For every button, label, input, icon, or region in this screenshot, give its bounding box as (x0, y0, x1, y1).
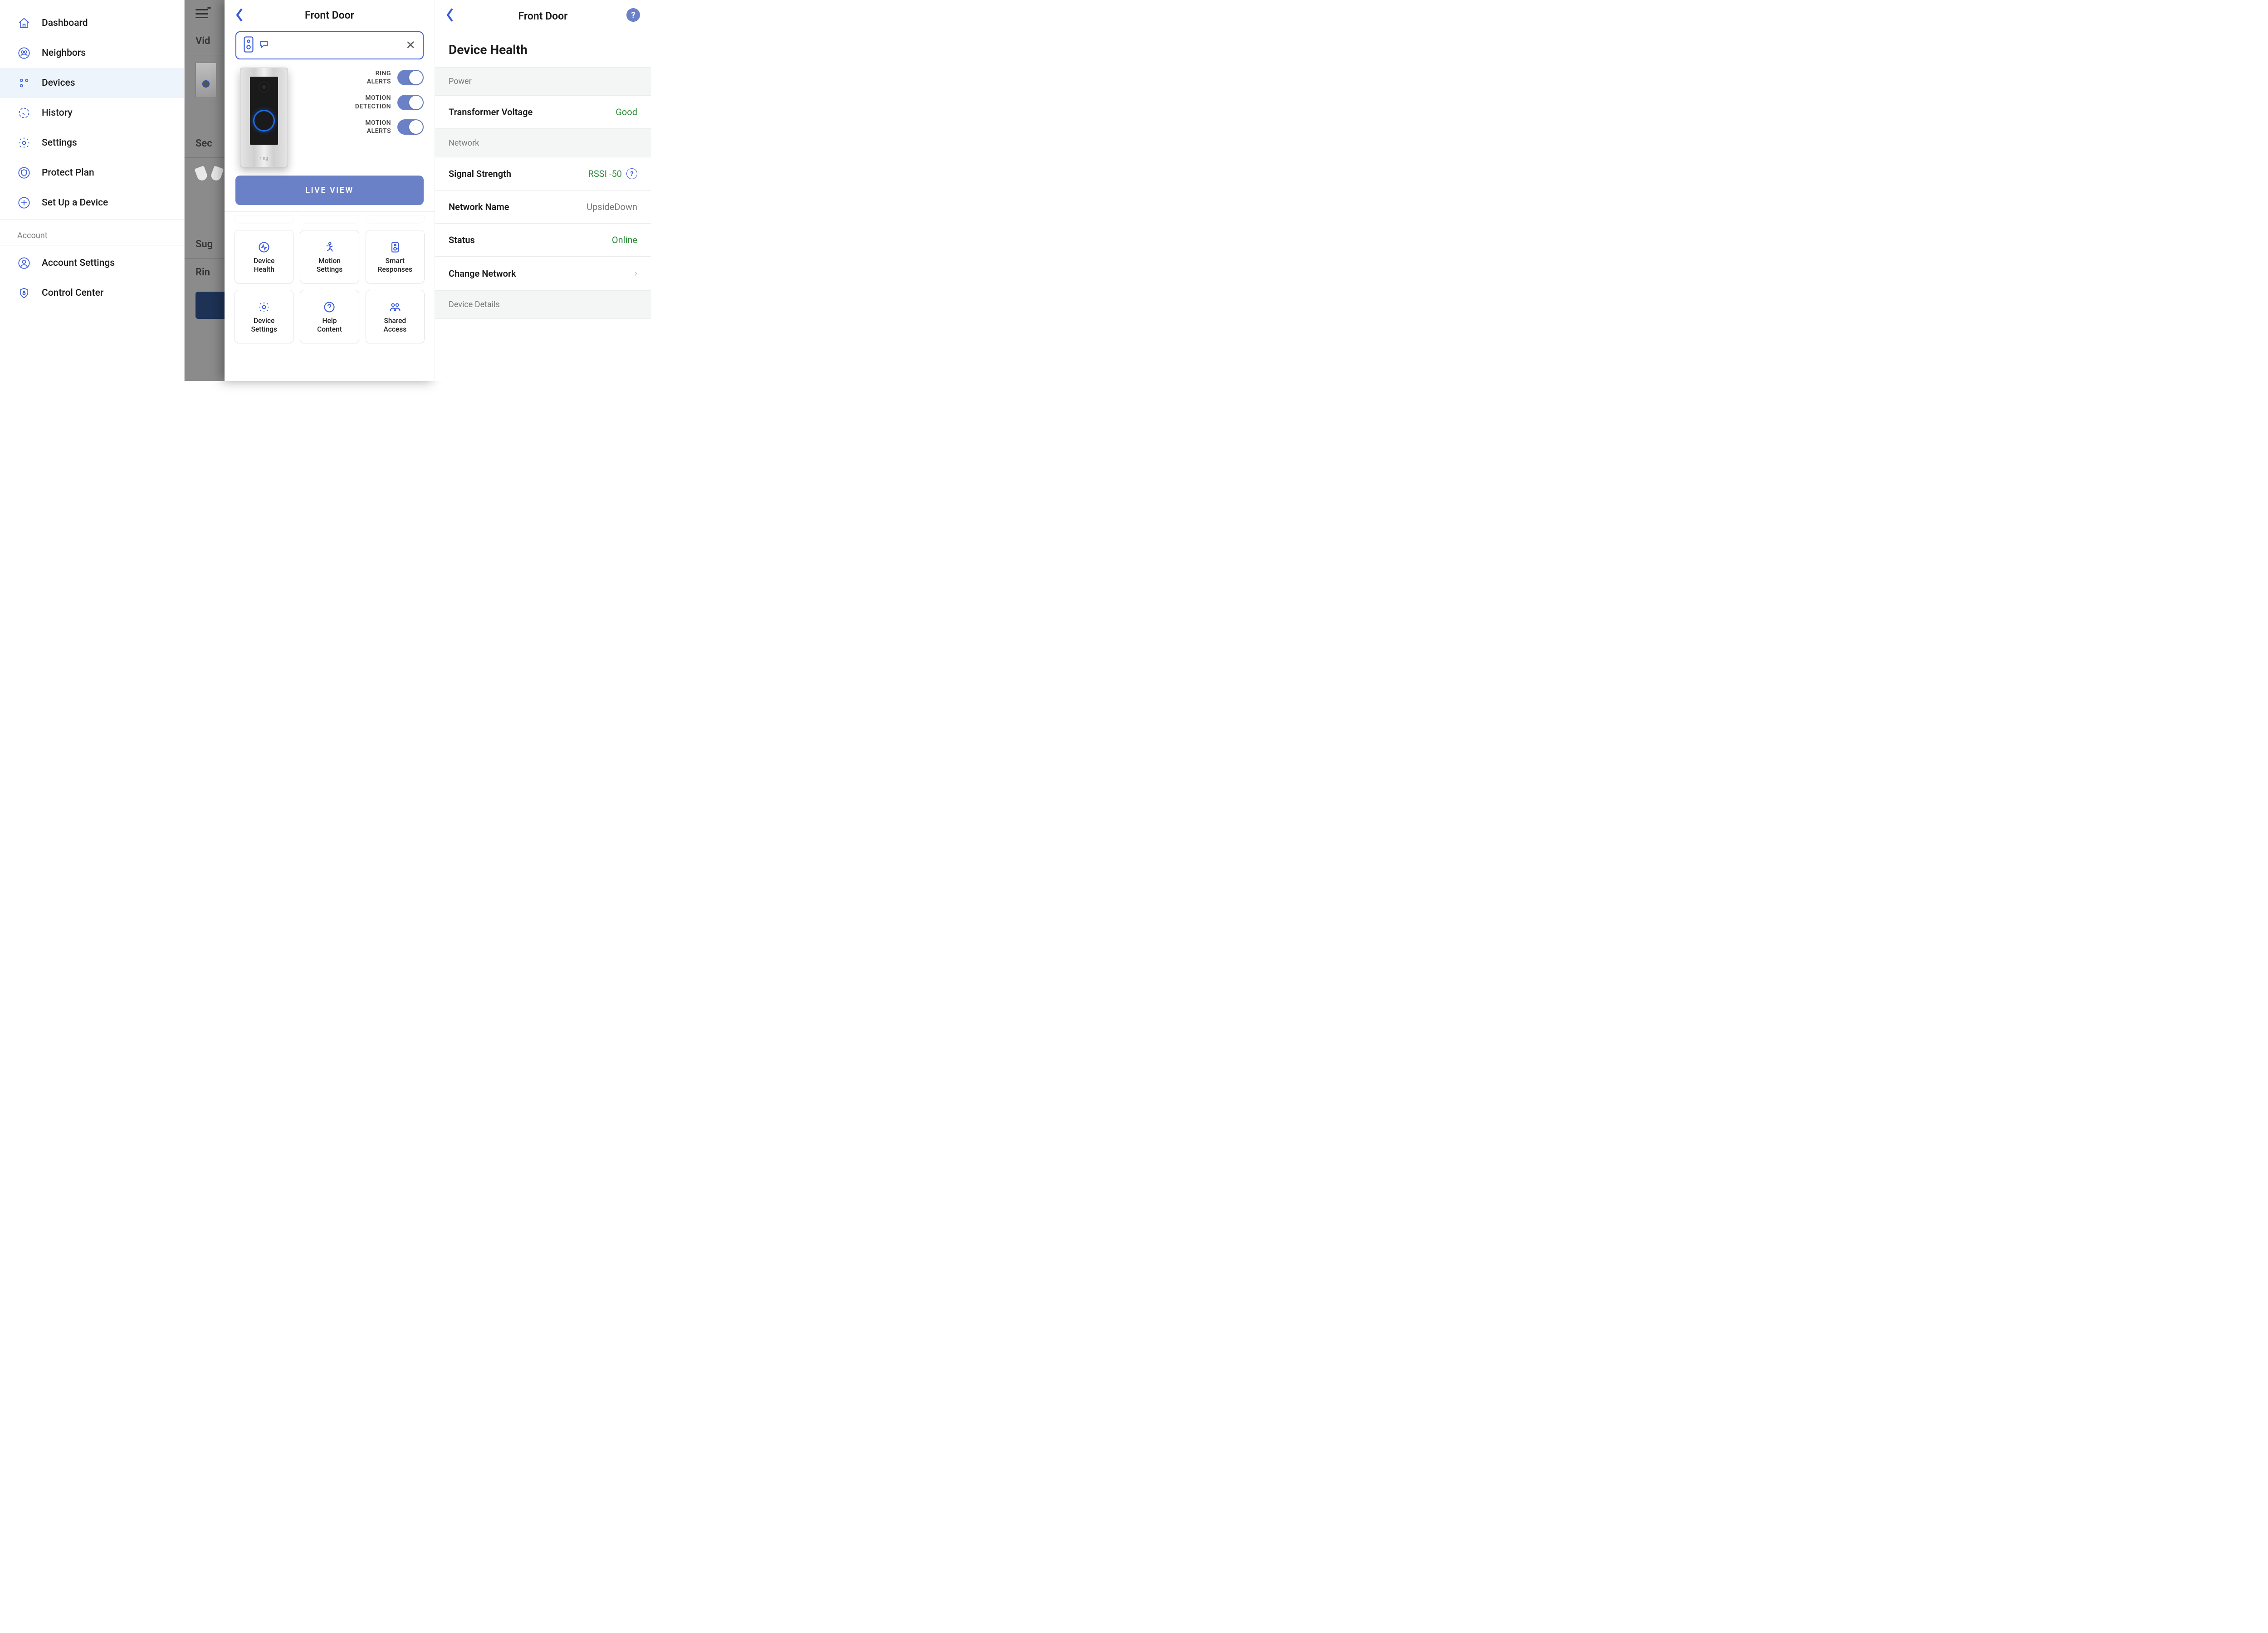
nav-dashboard[interactable]: Dashboard (0, 8, 184, 38)
shared-access-icon (388, 300, 402, 314)
shield-lock-icon (17, 286, 31, 300)
doorbell-outline-icon (243, 36, 254, 55)
device-header: Front Door (225, 0, 435, 26)
motion-icon (323, 240, 336, 254)
row-transformer-voltage: Transformer Voltage Good (435, 96, 651, 129)
nav-label: Account Settings (42, 258, 115, 269)
nav-history[interactable]: History (0, 98, 184, 128)
motion-detection-label: MOTION DETECTION (355, 94, 391, 110)
live-view-button[interactable]: LIVE VIEW (235, 176, 424, 205)
backdrop-doorbell-thumb (196, 63, 216, 98)
backdrop-floodlight-thumb (196, 167, 223, 185)
tiles-previous-row-peek (230, 215, 429, 227)
nav-label: Neighbors (42, 48, 86, 59)
tile-smart-responses[interactable]: Smart Responses (366, 230, 425, 284)
history-icon (17, 106, 31, 120)
home-icon (17, 16, 31, 30)
hamburger-icon[interactable] (196, 9, 208, 18)
section-device-details: Device Details (435, 290, 651, 319)
neighbors-icon (17, 46, 31, 60)
nav-label: Devices (42, 78, 75, 88)
nav-account-settings[interactable]: Account Settings (0, 248, 184, 278)
tile-help-content[interactable]: Help Content (300, 290, 359, 343)
health-title: Front Door (518, 10, 568, 22)
devices-icon (17, 76, 31, 90)
back-button[interactable] (442, 7, 458, 23)
close-icon[interactable]: ✕ (406, 39, 415, 51)
device-title: Front Door (305, 9, 354, 21)
nav-devices[interactable]: Devices (0, 68, 184, 98)
speech-bubble-icon (259, 39, 269, 51)
device-health-panel: Front Door ? Device Health Power Transfo… (435, 0, 651, 381)
nav-neighbors[interactable]: Neighbors (0, 38, 184, 68)
nav-label: Set Up a Device (42, 197, 108, 208)
ring-alerts-label: RING ALERTS (367, 69, 391, 86)
help-button[interactable]: ? (626, 8, 640, 22)
device-panel: Vid Sec Sug Rin Front Door (184, 0, 435, 381)
sidebar: Dashboard Neighbors Devices History Sett… (0, 0, 184, 381)
health-heading: Device Health (435, 29, 651, 67)
gear-icon (257, 300, 271, 314)
gear-icon (17, 136, 31, 150)
nav-label: History (42, 108, 73, 118)
motion-detection-toggle[interactable] (397, 95, 424, 110)
nav-label: Protect Plan (42, 167, 94, 178)
nav-label: Control Center (42, 288, 103, 298)
tile-device-settings[interactable]: Device Settings (235, 290, 293, 343)
back-button[interactable] (232, 7, 247, 23)
plus-icon (17, 196, 31, 210)
motion-alerts-toggle[interactable] (397, 119, 424, 135)
nav-protect-plan[interactable]: Protect Plan (0, 158, 184, 188)
nav-label: Settings (42, 137, 77, 148)
user-icon (17, 256, 31, 270)
notification-dot (207, 7, 211, 9)
tile-shared-access[interactable]: Shared Access (366, 290, 425, 343)
shield-icon (17, 166, 31, 180)
nav-setup-device[interactable]: Set Up a Device (0, 188, 184, 218)
row-signal-strength: Signal Strength RSSI -50 ? (435, 157, 651, 191)
help-icon (323, 300, 336, 314)
tile-motion-settings[interactable]: Motion Settings (300, 230, 359, 284)
device-modal: Front Door ✕ ring (225, 0, 435, 381)
nav-control-center[interactable]: Control Center (0, 278, 184, 308)
motion-alerts-label: MOTION ALERTS (365, 119, 391, 135)
health-header: Front Door ? (435, 0, 651, 29)
row-change-network[interactable]: Change Network › (435, 257, 651, 290)
row-network-name: Network Name UpsideDown (435, 191, 651, 224)
row-status: Status Online (435, 224, 651, 257)
ring-alerts-toggle[interactable] (397, 70, 424, 85)
tile-device-health[interactable]: Device Health (235, 230, 293, 284)
section-power: Power (435, 67, 651, 96)
nav-settings[interactable]: Settings (0, 128, 184, 158)
section-account-label: Account (0, 220, 184, 245)
doorbell-product-image: ring (240, 68, 288, 167)
event-preview-strip[interactable]: ✕ (235, 31, 424, 59)
health-icon (257, 240, 271, 254)
signal-help-icon[interactable]: ? (626, 168, 637, 179)
section-network: Network (435, 129, 651, 157)
chevron-right-icon: › (634, 268, 637, 279)
nav-label: Dashboard (42, 18, 88, 29)
smart-responses-icon (388, 240, 402, 254)
